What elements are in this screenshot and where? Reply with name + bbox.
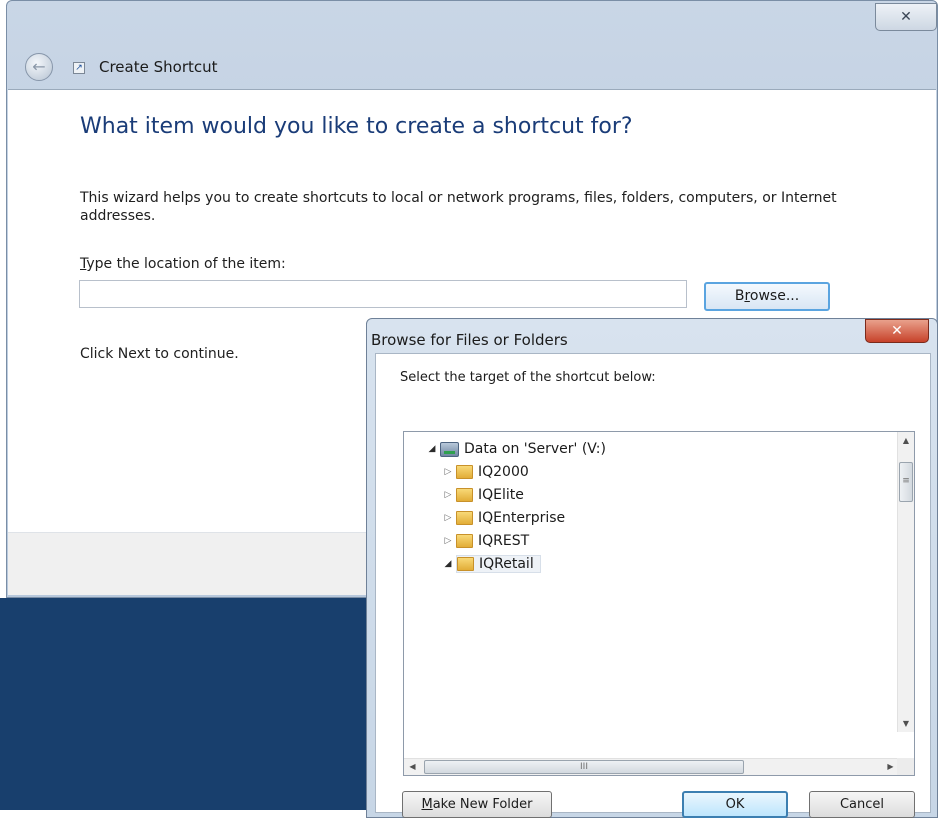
tree-item-label: Data on 'Server' (V:) — [464, 441, 606, 457]
expand-arrow-icon[interactable]: ◢ — [440, 553, 456, 575]
tree-item-iqenterprise[interactable]: ▷ IQEnterprise — [440, 507, 566, 529]
network-drive-icon — [440, 441, 459, 457]
tree-item-iqelite[interactable]: ▷ IQElite — [440, 484, 524, 506]
horizontal-scrollbar[interactable]: ◀ III ▶ — [404, 758, 899, 775]
expand-arrow-icon[interactable]: ◢ — [424, 438, 440, 460]
browse-accesskey: r — [744, 288, 750, 304]
tree-item-label: IQREST — [478, 533, 530, 549]
wizard-close-button[interactable]: ✕ — [875, 3, 937, 31]
back-button[interactable]: ← — [25, 53, 53, 81]
ok-button[interactable]: OK — [682, 791, 788, 818]
make-new-folder-rest: ake New Folder — [432, 797, 533, 812]
window-title: Create Shortcut — [99, 58, 218, 76]
tree-item-iqrest[interactable]: ▷ IQREST — [440, 530, 530, 552]
location-label: Type the location of the item: — [80, 256, 286, 272]
make-new-folder-button[interactable]: Make New Folder — [402, 791, 552, 818]
folder-icon — [456, 511, 473, 525]
tree-item-label: IQ2000 — [478, 464, 529, 480]
location-input[interactable] — [79, 280, 687, 308]
scroll-left-icon[interactable]: ◀ — [404, 759, 421, 775]
vertical-scroll-thumb[interactable]: ≡ — [899, 462, 913, 502]
location-label-rest: ype the location of the item: — [86, 256, 286, 272]
scroll-down-icon[interactable]: ▼ — [898, 715, 914, 732]
vertical-scrollbar[interactable]: ▲ ≡ ▼ — [897, 432, 914, 732]
selected-highlight: IQRetail — [456, 555, 541, 573]
make-new-folder-accesskey: M — [421, 797, 433, 812]
folder-icon — [457, 557, 474, 571]
dialog-title: Browse for Files or Folders — [371, 331, 568, 349]
folder-icon — [456, 534, 473, 548]
tree-item-label: IQRetail — [479, 556, 534, 572]
shortcut-icon: ↗ — [73, 62, 85, 74]
scrollbar-corner — [897, 758, 914, 775]
horizontal-scroll-thumb[interactable]: III — [424, 760, 744, 774]
tree-item-iqretail[interactable]: ◢ IQRetail — [440, 553, 541, 575]
collapsed-arrow-icon[interactable]: ▷ — [440, 530, 456, 552]
browse-for-files-dialog: Browse for Files or Folders ✕ Select the… — [366, 318, 938, 818]
tree-item-data-on-server[interactable]: ◢ Data on 'Server' (V:) — [424, 438, 606, 460]
dialog-close-button[interactable]: ✕ — [865, 319, 929, 343]
wizard-heading: What item would you like to create a sho… — [80, 114, 633, 139]
folder-tree[interactable]: ◢ Data on 'Server' (V:) ▷ IQ2000 ▷ IQElite … — [403, 431, 915, 776]
collapsed-arrow-icon[interactable]: ▷ — [440, 507, 456, 529]
collapsed-arrow-icon[interactable]: ▷ — [440, 461, 456, 483]
scroll-up-icon[interactable]: ▲ — [898, 432, 914, 449]
cancel-button[interactable]: Cancel — [809, 791, 915, 818]
dialog-body: Select the target of the shortcut below:… — [375, 353, 931, 818]
browse-button[interactable]: Browse... — [704, 282, 830, 311]
folder-icon — [456, 488, 473, 502]
tree-item-iq2000[interactable]: ▷ IQ2000 — [440, 461, 529, 483]
collapsed-arrow-icon[interactable]: ▷ — [440, 484, 456, 506]
dialog-instruction: Select the target of the shortcut below: — [400, 370, 656, 385]
folder-icon — [456, 465, 473, 479]
click-next-text: Click Next to continue. — [80, 346, 239, 362]
wizard-description: This wizard helps you to create shortcut… — [80, 190, 837, 224]
tree-item-label: IQEnterprise — [478, 510, 566, 526]
tree-item-label: IQElite — [478, 487, 524, 503]
